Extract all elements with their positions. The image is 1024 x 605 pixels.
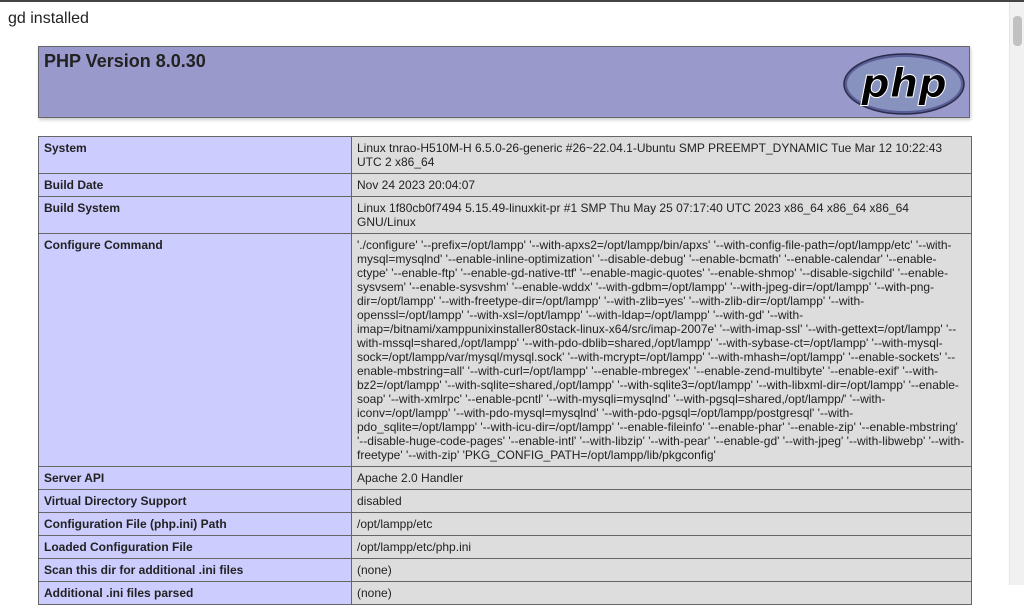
row-value: Nov 24 2023 20:04:07 [351, 173, 972, 197]
row-label: Build Date [38, 173, 352, 197]
row-value: Linux 1f80cb0f7494 5.15.49-linuxkit-pr #… [351, 196, 972, 234]
table-row: Build System Linux 1f80cb0f7494 5.15.49-l… [38, 196, 972, 234]
table-row: System Linux tnrao-H510M-H 6.5.0-26-gener… [38, 136, 972, 174]
row-value: (none) [351, 581, 972, 605]
php-logo-text: php [860, 61, 947, 107]
row-label: Configure Command [38, 233, 352, 467]
table-row: Configure Command './configure' '--prefix… [38, 233, 972, 467]
row-value: /opt/lampp/etc [351, 512, 972, 536]
row-value: disabled [351, 489, 972, 513]
row-value: (none) [351, 558, 972, 582]
row-value: Apache 2.0 Handler [351, 466, 972, 490]
table-row: Server API Apache 2.0 Handler [38, 466, 972, 490]
row-label: Scan this dir for additional .ini files [38, 558, 352, 582]
table-row: Loaded Configuration File/opt/lampp/etc/… [38, 535, 972, 559]
php-info-table: System Linux tnrao-H510M-H 6.5.0-26-gener… [38, 136, 972, 605]
status-line: gd installed [8, 10, 89, 27]
row-value: /opt/lampp/etc/php.ini [351, 535, 972, 559]
row-label: Server API [38, 466, 352, 490]
scrollbar-thumb[interactable] [1013, 16, 1022, 46]
php-version-title: PHP Version 8.0.30 [44, 51, 206, 71]
table-row: Scan this dir for additional .ini files(… [38, 558, 972, 582]
row-label: Loaded Configuration File [38, 535, 352, 559]
row-value: './configure' '--prefix=/opt/lampp' '--w… [351, 233, 972, 467]
row-label: Additional .ini files parsed [38, 581, 352, 605]
row-label: Configuration File (php.ini) Path [38, 512, 352, 536]
vertical-scrollbar[interactable] [1009, 2, 1024, 585]
row-label: System [38, 136, 352, 174]
php-logo-icon[interactable]: php [843, 53, 965, 115]
row-value: Linux tnrao-H510M-H 6.5.0-26-generic #26… [351, 136, 972, 174]
row-label: Virtual Directory Support [38, 489, 352, 513]
row-label: Build System [38, 196, 352, 234]
table-row: Build Date Nov 24 2023 20:04:07 [38, 173, 972, 197]
table-row: Virtual Directory Support disabled [38, 489, 972, 513]
php-info-header: PHP Version 8.0.30 php [38, 46, 970, 118]
table-row: Configuration File (php.ini) Path/opt/la… [38, 512, 972, 536]
table-row: Additional .ini files parsed (none) [38, 581, 972, 605]
